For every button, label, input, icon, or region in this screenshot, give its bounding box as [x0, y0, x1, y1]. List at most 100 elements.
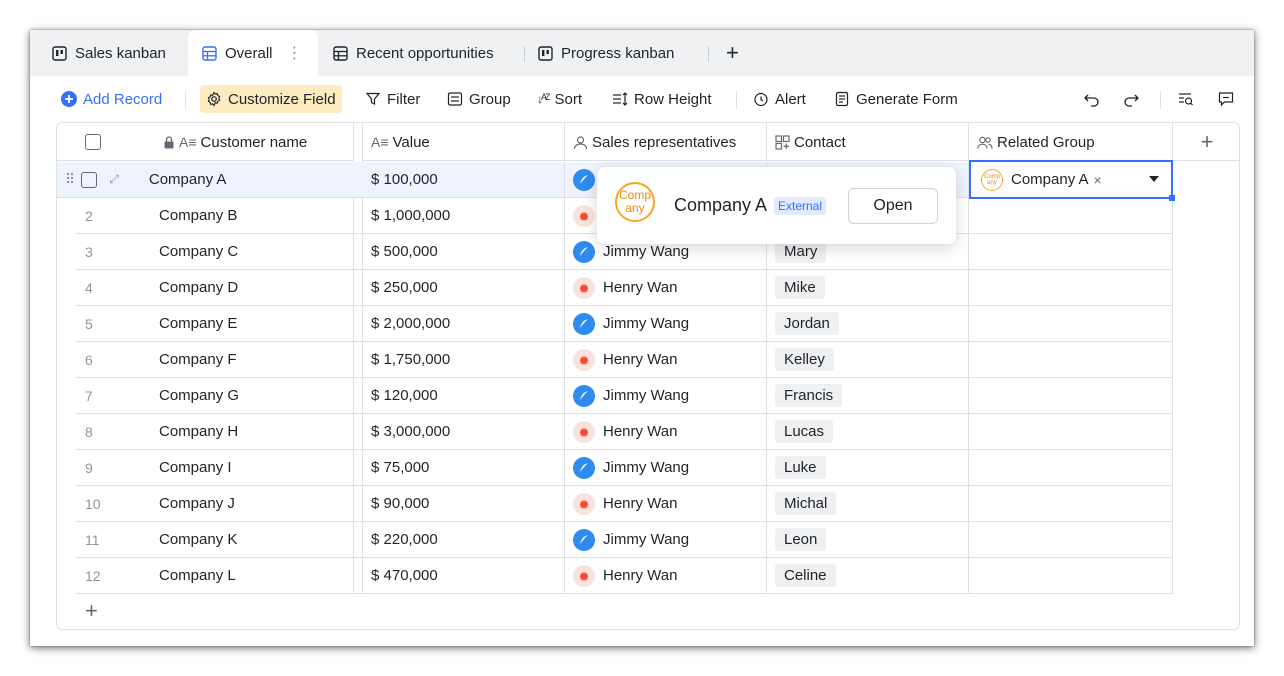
value-cell[interactable]: $ 2,000,000	[363, 306, 565, 341]
add-row-plus-icon[interactable]: +	[85, 598, 98, 624]
contact-cell[interactable]: Celine	[767, 558, 969, 593]
table-row[interactable]: 6 Company F $ 1,750,000 Henry Wan Kelley	[75, 342, 1173, 378]
sort-button[interactable]: ↓ A Z Sort	[537, 76, 582, 122]
link-field-icon	[775, 134, 790, 150]
feather-avatar-icon	[573, 168, 595, 191]
table-row[interactable]: 12 Company L $ 470,000 Henry Wan Celine	[75, 558, 1173, 594]
table-row[interactable]: 5 Company E $ 2,000,000 Jimmy Wang Jordan	[75, 306, 1173, 342]
add-record-button[interactable]: Add Record	[61, 76, 162, 122]
value-cell[interactable]: $ 120,000	[363, 378, 565, 413]
feather-avatar-icon	[573, 456, 595, 479]
table-row[interactable]: 11 Company K $ 220,000 Jimmy Wang Leon	[75, 522, 1173, 558]
row-number-cell: 11 Company K	[75, 522, 353, 557]
contact-cell[interactable]: Michal	[767, 486, 969, 521]
table-row[interactable]: 10 Company J $ 90,000 Henry Wan Michal	[75, 486, 1173, 522]
sales-rep-cell[interactable]: Jimmy Wang	[565, 306, 767, 341]
header-sales-representatives[interactable]: Sales representatives	[565, 123, 767, 161]
related-group-value: Company A	[1011, 171, 1089, 188]
feather-avatar-icon	[573, 528, 595, 551]
related-group-cell[interactable]	[969, 558, 1173, 593]
remove-tag-icon[interactable]: ×	[1094, 172, 1102, 188]
related-group-cell[interactable]	[969, 234, 1173, 269]
contact-cell[interactable]: Mike	[767, 270, 969, 305]
table-row[interactable]: 7 Company G $ 120,000 Jimmy Wang Francis	[75, 378, 1173, 414]
expand-record-icon[interactable]: ⤢	[109, 172, 119, 187]
related-group-cell[interactable]	[969, 450, 1173, 485]
search-records-icon[interactable]	[1177, 76, 1195, 122]
add-view-plus-icon[interactable]: +	[726, 30, 739, 76]
sales-rep-cell[interactable]: Henry Wan	[565, 486, 767, 521]
related-group-cell-editor[interactable]: Comp any Company A ×	[969, 160, 1175, 201]
related-group-cell[interactable]	[969, 378, 1173, 413]
redo-icon[interactable]	[1122, 76, 1140, 122]
contact-chip: Mike	[775, 276, 825, 299]
dropdown-arrow-icon[interactable]	[1149, 176, 1159, 182]
header-value[interactable]: A≡ Value	[363, 123, 565, 161]
select-all-checkbox[interactable]	[85, 134, 101, 150]
tab-sales-kanban[interactable]: Sales kanban	[52, 30, 166, 76]
related-group-cell[interactable]	[969, 270, 1173, 305]
open-button[interactable]: Open	[848, 188, 938, 224]
tab-label: Sales kanban	[75, 44, 166, 62]
column-title: Value	[392, 133, 430, 151]
alert-button[interactable]: Alert	[753, 76, 806, 122]
fill-handle[interactable]	[1169, 195, 1175, 201]
sales-rep-cell[interactable]: Jimmy Wang	[565, 378, 767, 413]
table-row[interactable]: 8 Company H $ 3,000,000 Henry Wan Lucas	[75, 414, 1173, 450]
generate-form-button[interactable]: Generate Form	[834, 76, 958, 122]
more-vertical-icon[interactable]: ⋮	[287, 43, 303, 63]
related-group-cell[interactable]	[969, 414, 1173, 449]
contact-cell[interactable]: Jordan	[767, 306, 969, 341]
value-cell[interactable]: $ 90,000	[363, 486, 565, 521]
related-group-cell[interactable]	[969, 198, 1173, 233]
value-cell[interactable]: $ 3,000,000	[363, 414, 565, 449]
sales-rep-cell[interactable]: Henry Wan	[565, 270, 767, 305]
tab-overall[interactable]: Overall ⋮	[188, 30, 318, 76]
table-row[interactable]: 9 Company I $ 75,000 Jimmy Wang Luke	[75, 450, 1173, 486]
customize-field-button[interactable]: Customize Field	[200, 85, 342, 113]
value-cell[interactable]: $ 1,750,000	[363, 342, 565, 377]
header-related-group[interactable]: Related Group	[969, 123, 1173, 161]
alert-label: Alert	[775, 90, 806, 108]
customer-name: Company J	[159, 495, 235, 512]
customize-field-label: Customize Field	[228, 90, 336, 108]
rep-name: Jimmy Wang	[603, 459, 690, 476]
row-checkbox[interactable]	[81, 171, 98, 188]
sales-rep-cell[interactable]: Henry Wan	[565, 558, 767, 593]
undo-icon[interactable]	[1083, 76, 1101, 122]
value-cell[interactable]: $ 220,000	[363, 522, 565, 557]
value-cell[interactable]: $ 1,000,000	[363, 198, 565, 233]
value-cell[interactable]: $ 470,000	[363, 558, 565, 593]
drag-handle-icon[interactable]: ⠿	[65, 171, 75, 188]
value-text: $ 2,000,000	[371, 315, 451, 332]
contact-cell[interactable]: Luke	[767, 450, 969, 485]
contact-cell[interactable]: Leon	[767, 522, 969, 557]
add-column-plus-icon[interactable]: +	[1173, 123, 1239, 161]
filter-button[interactable]: Filter	[365, 76, 420, 122]
header-customer-name[interactable]: A≡ Customer name	[57, 123, 353, 161]
row-height-button[interactable]: Row Height	[612, 76, 712, 122]
sales-rep-cell[interactable]: Jimmy Wang	[565, 522, 767, 557]
contact-cell[interactable]: Kelley	[767, 342, 969, 377]
value-cell[interactable]: $ 250,000	[363, 270, 565, 305]
contact-cell[interactable]: Lucas	[767, 414, 969, 449]
sales-rep-cell[interactable]: Henry Wan	[565, 414, 767, 449]
related-group-cell[interactable]	[969, 342, 1173, 377]
tab-recent-opportunities[interactable]: Recent opportunities	[333, 30, 494, 76]
tab-progress-kanban[interactable]: Progress kanban	[538, 30, 674, 76]
clock-icon	[753, 91, 769, 107]
contact-cell[interactable]: Francis	[767, 378, 969, 413]
related-group-cell[interactable]	[969, 522, 1173, 557]
value-cell[interactable]: $ 500,000	[363, 234, 565, 269]
related-group-cell[interactable]	[969, 486, 1173, 521]
related-group-cell[interactable]	[969, 306, 1173, 341]
value-cell[interactable]: $ 100,000	[363, 162, 565, 197]
text-field-icon: A≡	[179, 134, 197, 150]
table-row[interactable]: 4 Company D $ 250,000 Henry Wan Mike	[75, 270, 1173, 306]
sales-rep-cell[interactable]: Jimmy Wang	[565, 450, 767, 485]
header-contact[interactable]: Contact	[767, 123, 969, 161]
group-button[interactable]: Group	[447, 76, 511, 122]
value-cell[interactable]: $ 75,000	[363, 450, 565, 485]
sales-rep-cell[interactable]: Henry Wan	[565, 342, 767, 377]
comment-icon[interactable]	[1217, 76, 1235, 122]
